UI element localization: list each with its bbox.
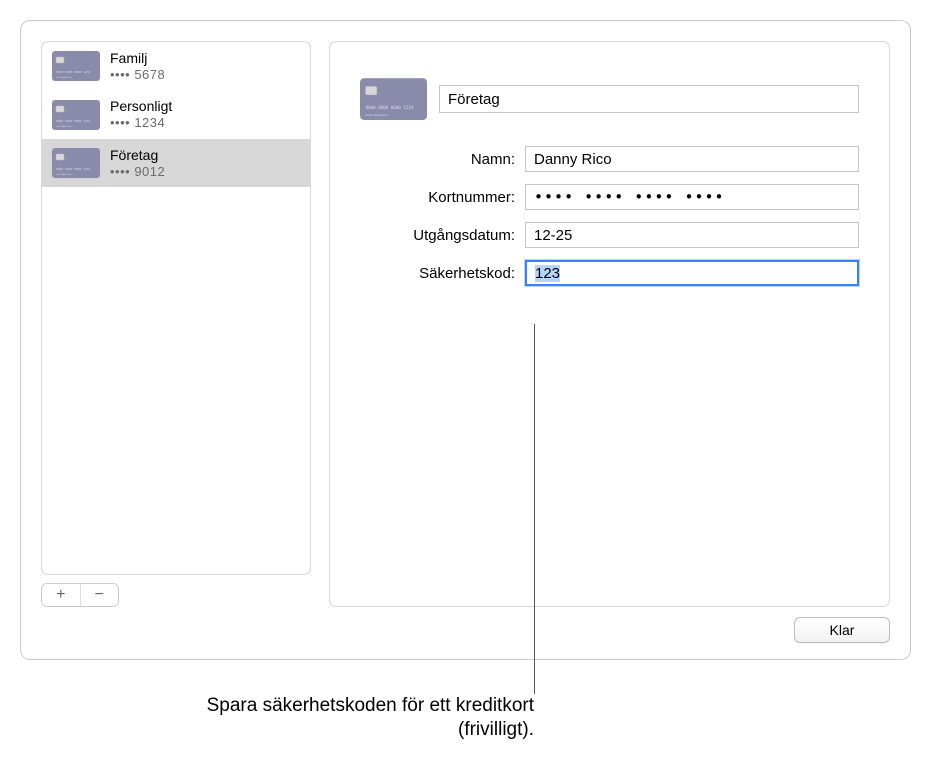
callout-text: Spara säkerhetskoden för ett kreditkort … <box>160 694 534 742</box>
label-name: Namn: <box>360 151 525 168</box>
input-expiry[interactable] <box>525 222 859 248</box>
card-last4: •••• 5678 <box>110 67 165 83</box>
credit-card-icon <box>52 100 100 130</box>
card-name: Familj <box>110 50 165 67</box>
add-button[interactable]: + <box>42 584 81 606</box>
credit-card-icon <box>52 51 100 81</box>
input-number[interactable] <box>525 184 859 210</box>
row-name: Namn: <box>360 146 859 172</box>
card-name: Företag <box>110 147 165 164</box>
credit-card-icon <box>360 78 427 120</box>
detail-panel: Namn: Kortnummer: Utgångsdatum: Säkerhet… <box>329 41 890 607</box>
input-name[interactable] <box>525 146 859 172</box>
label-cvc: Säkerhetskod: <box>360 265 525 282</box>
preferences-window: Familj •••• 5678 Personligt •••• 1234 Fö… <box>20 20 911 660</box>
remove-button[interactable]: − <box>81 584 119 606</box>
sidebar: Familj •••• 5678 Personligt •••• 1234 Fö… <box>41 41 311 607</box>
card-item-familj[interactable]: Familj •••• 5678 <box>42 42 310 90</box>
card-list: Familj •••• 5678 Personligt •••• 1234 Fö… <box>41 41 311 575</box>
cvc-value: 123 <box>535 265 560 282</box>
callout-line <box>534 324 535 694</box>
footer: Klar <box>41 617 890 643</box>
add-remove-controls: + − <box>41 583 119 607</box>
credit-card-icon <box>52 148 100 178</box>
card-text: Familj •••• 5678 <box>110 50 165 82</box>
card-last4: •••• 9012 <box>110 164 165 180</box>
done-button[interactable]: Klar <box>794 617 890 643</box>
card-text: Personligt •••• 1234 <box>110 98 172 130</box>
card-last4: •••• 1234 <box>110 115 172 131</box>
label-expiry: Utgångsdatum: <box>360 227 525 244</box>
row-number: Kortnummer: <box>360 184 859 210</box>
card-title-input[interactable] <box>439 85 859 113</box>
content-area: Familj •••• 5678 Personligt •••• 1234 Fö… <box>41 41 890 607</box>
card-item-personligt[interactable]: Personligt •••• 1234 <box>42 90 310 138</box>
card-name: Personligt <box>110 98 172 115</box>
card-text: Företag •••• 9012 <box>110 147 165 179</box>
input-cvc[interactable]: 123 <box>525 260 859 286</box>
label-number: Kortnummer: <box>360 189 525 206</box>
detail-header <box>360 78 859 120</box>
card-item-foretag[interactable]: Företag •••• 9012 <box>42 139 310 187</box>
row-cvc: Säkerhetskod: 123 <box>360 260 859 286</box>
row-expiry: Utgångsdatum: <box>360 222 859 248</box>
